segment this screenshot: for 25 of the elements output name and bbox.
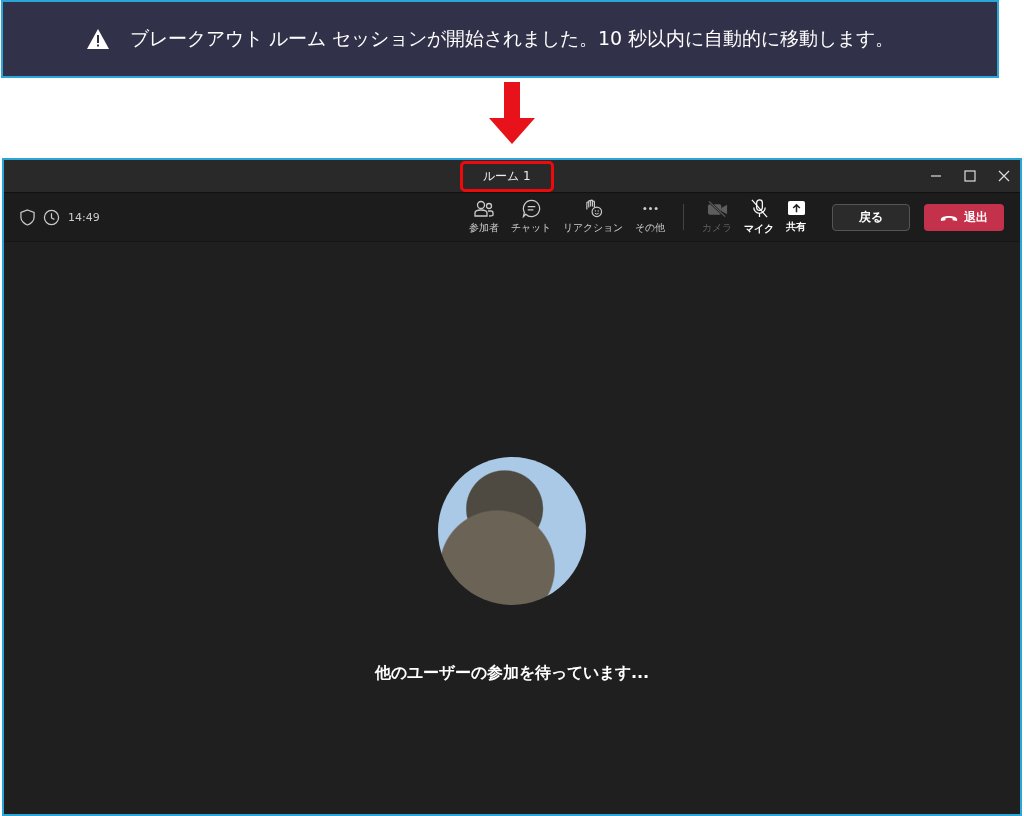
mic-off-icon [749,198,769,219]
waiting-message: 他のユーザーの参加を待っています... [374,663,650,684]
maximize-icon[interactable] [964,170,976,182]
reaction-button[interactable]: リアクション [559,197,627,237]
warning-icon [85,28,110,50]
more-icon [642,207,658,210]
close-icon[interactable] [998,170,1010,182]
back-button[interactable]: 戻る [832,203,910,231]
more-button[interactable]: その他 [631,197,669,237]
meeting-time: 14:49 [68,210,100,224]
down-arrow [489,82,535,144]
window-title: ルーム 1 [460,160,554,192]
mic-button[interactable]: マイク [740,196,778,238]
chat-button[interactable]: チャット [507,197,555,237]
people-icon [474,199,494,218]
clock-icon[interactable] [43,208,60,226]
hand-smiley-icon [583,199,603,218]
chat-bubble-icon [521,199,541,218]
camera-off-icon [706,199,728,218]
share-icon [786,200,806,217]
shield-icon[interactable] [20,208,35,226]
people-button[interactable]: 参加者 [465,197,503,237]
banner-text: ブレークアウト ルーム セッションが開始されました。10 秒以内に自動的に移動します。 [129,26,895,51]
share-button[interactable]: 共有 [782,198,810,236]
leave-button[interactable]: 退出 [924,203,1004,231]
